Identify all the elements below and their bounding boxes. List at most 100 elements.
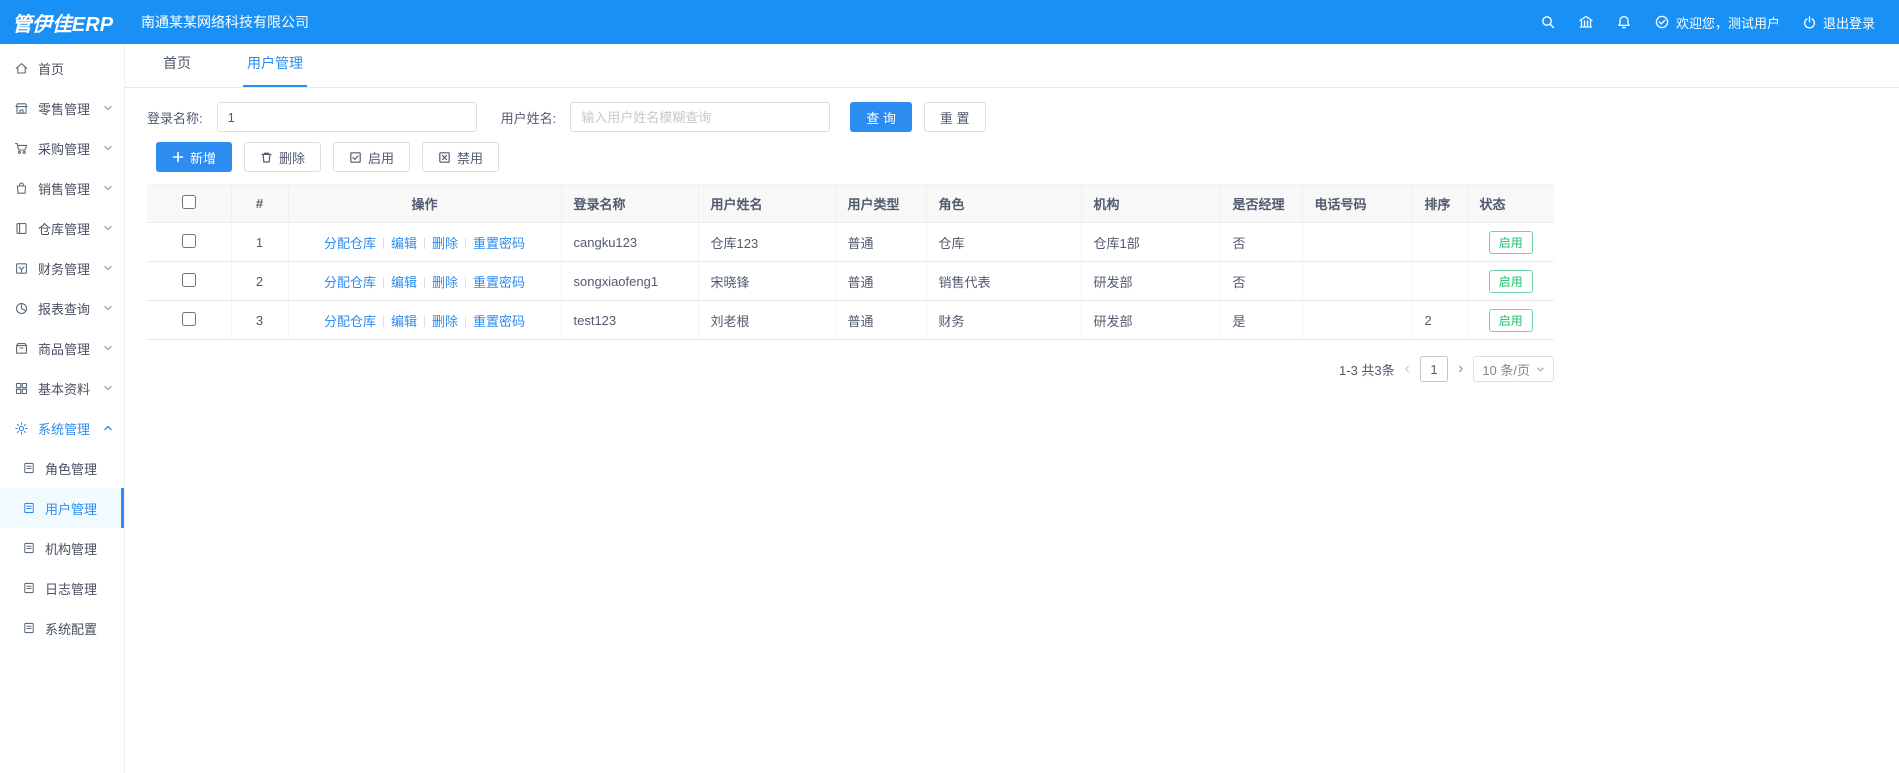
sidebar-item-label: 用户管理 [45, 501, 98, 517]
col-role: 角色 [926, 184, 1082, 223]
sidebar-item-system-config[interactable]: 系统配置 [0, 608, 124, 648]
cell-index: 3 [231, 300, 289, 340]
page-size-select[interactable]: 10 条/页 [1473, 356, 1554, 382]
sidebar-item-retail[interactable]: 零售管理 [0, 88, 124, 128]
power-icon [1803, 15, 1815, 29]
pagination: 1-3 共3条 ‹ 1 › 10 条/页 [147, 356, 1554, 382]
enable-button-label: 启用 [368, 150, 395, 166]
sidebar-item-home[interactable]: 首页 [0, 48, 124, 88]
search-icon[interactable] [1540, 14, 1556, 30]
reset-password-link[interactable]: 重置密码 [473, 314, 525, 329]
document-icon [24, 622, 34, 634]
edit-link[interactable]: 编辑 [391, 236, 417, 251]
select-all-checkbox[interactable] [181, 195, 196, 209]
tab-home[interactable]: 首页 [159, 53, 195, 87]
col-manager: 是否经理 [1220, 184, 1303, 223]
home-icon [15, 62, 28, 74]
col-name: 用户姓名 [698, 184, 836, 223]
edit-link[interactable]: 编辑 [391, 314, 417, 329]
reset-password-link[interactable]: 重置密码 [473, 236, 525, 251]
cell-index: 2 [231, 261, 289, 301]
sidebar-item-finance[interactable]: 财务管理 [0, 248, 124, 288]
page-number-button[interactable]: 1 [1419, 356, 1448, 382]
login-name-input[interactable] [216, 102, 477, 132]
tab-user-management[interactable]: 用户管理 [243, 53, 307, 87]
sidebar-item-system[interactable]: 系统管理 [0, 408, 124, 448]
notification-bell-icon[interactable] [1616, 14, 1632, 30]
search-button[interactable]: 查 询 [850, 102, 912, 132]
sidebar-item-sales[interactable]: 销售管理 [0, 168, 124, 208]
col-sort: 排序 [1412, 184, 1468, 223]
user-menu[interactable]: 欢迎您，测试用户 [1654, 13, 1780, 32]
sidebar-item-label: 首页 [38, 61, 65, 77]
cell-phone [1302, 222, 1413, 262]
sidebar-item-label: 系统管理 [38, 421, 91, 437]
login-name-label: 登录名称: [147, 110, 203, 126]
reset-password-link[interactable]: 重置密码 [473, 275, 525, 290]
page-size-value: 10 条/页 [1482, 362, 1530, 378]
assign-warehouse-link[interactable]: 分配仓库 [324, 275, 376, 290]
col-phone: 电话号码 [1302, 184, 1413, 223]
row-checkbox[interactable] [181, 311, 196, 326]
cell-index: 1 [231, 222, 289, 262]
table-toolbar: 新增 删除 启用 禁用 [147, 142, 1877, 172]
document-icon [24, 542, 34, 554]
sales-bag-icon [16, 182, 27, 194]
sidebar-item-log-management[interactable]: 日志管理 [0, 568, 124, 608]
delete-link[interactable]: 删除 [432, 314, 458, 329]
cell-manager: 否 [1220, 261, 1303, 301]
divider [382, 237, 384, 249]
col-type: 用户类型 [835, 184, 927, 223]
chevron-down-icon [104, 345, 112, 351]
reset-button[interactable]: 重 置 [923, 102, 986, 132]
sidebar-item-user-management[interactable]: 用户管理 [0, 488, 124, 528]
sidebar-item-purchase[interactable]: 采购管理 [0, 128, 124, 168]
sidebar-item-reports[interactable]: 报表查询 [0, 288, 124, 328]
sidebar-item-label: 销售管理 [38, 181, 91, 197]
company-name: 南通某某网络科技有限公司 [141, 14, 309, 30]
delete-link[interactable]: 删除 [432, 275, 458, 290]
trash-icon [261, 152, 272, 163]
add-button[interactable]: 新增 [156, 142, 233, 172]
cell-phone [1302, 300, 1413, 340]
cell-name: 宋晓锋 [698, 261, 836, 301]
row-checkbox[interactable] [181, 233, 196, 248]
sidebar-item-warehouse[interactable]: 仓库管理 [0, 208, 124, 248]
sidebar-item-label: 采购管理 [38, 141, 91, 157]
status-badge: 启用 [1488, 269, 1533, 293]
home-icon[interactable] [1578, 14, 1594, 30]
retail-icon [15, 102, 28, 114]
chevron-down-icon [104, 385, 112, 391]
disable-button[interactable]: 禁用 [422, 142, 500, 172]
col-status: 状态 [1467, 184, 1554, 223]
delete-button[interactable]: 删除 [244, 142, 322, 172]
assign-warehouse-link[interactable]: 分配仓库 [324, 236, 376, 251]
document-icon [24, 462, 34, 474]
assign-warehouse-link[interactable]: 分配仓库 [324, 314, 376, 329]
delete-link[interactable]: 删除 [432, 236, 458, 251]
cell-type: 普通 [835, 222, 927, 262]
cell-sort [1412, 261, 1468, 301]
sidebar-item-org-management[interactable]: 机构管理 [0, 528, 124, 568]
chevron-down-icon [104, 305, 112, 311]
prev-page-button[interactable]: ‹ [1403, 361, 1412, 377]
col-login: 登录名称 [561, 184, 699, 223]
user-name-input[interactable] [570, 102, 831, 132]
cell-org: 研发部 [1081, 300, 1221, 340]
cell-sort: 2 [1412, 300, 1468, 340]
enable-button[interactable]: 启用 [333, 142, 411, 172]
app-logo: 管伊佳ERP [11, 13, 114, 36]
logout-button[interactable]: 退出登录 [1802, 13, 1875, 32]
sidebar-item-goods[interactable]: 商品管理 [0, 328, 124, 368]
table-header-row: # 操作 登录名称 用户姓名 用户类型 角色 机构 是否经理 电话号码 排序 状… [147, 184, 1554, 223]
divider [382, 276, 384, 288]
user-circle-icon [1655, 15, 1669, 29]
edit-link[interactable]: 编辑 [391, 275, 417, 290]
sidebar-item-role-management[interactable]: 角色管理 [0, 448, 124, 488]
next-page-button[interactable]: › [1456, 361, 1465, 377]
goods-box-icon [16, 342, 27, 354]
sidebar-item-basic-data[interactable]: 基本资料 [0, 368, 124, 408]
row-checkbox[interactable] [181, 272, 196, 287]
finance-icon [16, 262, 27, 274]
divider [465, 237, 467, 249]
